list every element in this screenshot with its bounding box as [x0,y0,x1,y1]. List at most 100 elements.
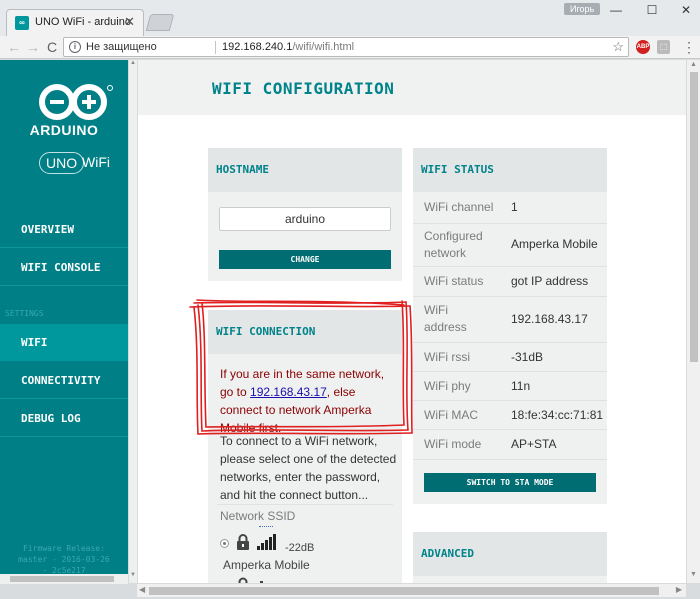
browser-toolbar: ← → C i Не защищено 192.168.240.1/wifi/w… [0,36,700,59]
maximize-icon[interactable]: ☐ [642,2,662,18]
new-tab-button[interactable] [145,14,175,31]
advanced-heading: ADVANCED [413,532,607,576]
settings-section-label: SETTINGS [5,309,44,318]
connect-instructions: To connect to a WiFi network, please sel… [220,434,397,502]
url-text[interactable]: 192.168.240.1/wifi/wifi.html [222,41,354,53]
network-name[interactable]: Amperka Mobile [223,556,310,574]
status-value: 192.168.43.17 [511,312,588,326]
arduino-logo-icon [39,84,113,120]
info-icon[interactable]: i [69,41,81,53]
divider [217,504,393,505]
status-row: WiFi mode AP+STA [413,430,607,460]
status-value: 1 [511,200,518,214]
hostname-input[interactable]: arduino [219,207,391,231]
window-close-icon[interactable]: ✕ [676,2,696,18]
wifi-status-heading: WIFI STATUS [413,148,607,192]
wifi-badge-label: WiFi [82,154,110,170]
network-radio[interactable] [220,539,229,548]
status-key: WiFi address [424,303,467,334]
status-row: WiFi rssi -31dB [413,343,607,372]
arduino-favicon-icon: ∞ [15,16,29,30]
page-title: WIFI CONFIGURATION [212,79,395,98]
url-host: 192.168.240.1 [222,41,293,53]
status-value: Amperka Mobile [511,237,598,251]
status-key: WiFi status [424,274,484,288]
scroll-down-icon[interactable]: ▼ [690,571,697,578]
status-row: WiFi channel 1 [413,192,607,224]
same-network-notice: If you are in the same network, go to 19… [220,365,400,437]
status-key: WiFi rssi [424,350,470,364]
wifi-connection-card: WIFI CONNECTION If you are in the same n… [208,310,402,583]
main-vertical-scrollbar[interactable]: ▲ ▼ [686,60,700,583]
minimize-icon[interactable]: — [606,2,626,18]
sidebar: ARDUINO UNO WiFi OVERVIEW WIFI CONSOLE S… [0,60,128,583]
firmware-line-2: master - 2016-03-26 [18,555,110,564]
scroll-right-icon[interactable]: ▶ [676,585,682,594]
status-value: 11n [511,379,531,393]
tab-close-icon[interactable]: ✕ [124,15,135,29]
address-bar[interactable]: i Не защищено 192.168.240.1/wifi/wifi.ht… [63,37,629,57]
status-row: WiFi phy 11n [413,372,607,401]
url-path: /wifi/wifi.html [292,41,355,53]
scroll-down-icon[interactable]: ▼ [130,572,136,578]
status-key: WiFi channel [424,200,494,214]
scroll-up-icon[interactable]: ▲ [130,60,136,66]
device-ip-link[interactable]: 192.168.43.17 [250,385,327,399]
lock-icon [237,534,249,550]
scroll-left-icon[interactable]: ◀ [139,585,145,594]
status-key: WiFi phy [424,379,471,393]
status-key: WiFi MAC [424,408,478,422]
browser-tab[interactable]: ∞ UNO WiFi - arduino ✕ [6,9,144,36]
wifi-connection-heading: WIFI CONNECTION [208,310,402,354]
sidebar-item-connectivity[interactable]: CONNECTIVITY [0,362,128,399]
status-value: -31dB [511,350,544,364]
tab-title: UNO WiFi - arduino [35,16,131,28]
status-row: Configured network Amperka Mobile [413,224,607,267]
main-horizontal-scrollbar[interactable]: ◀ ▶ [137,583,686,597]
firmware-line-1: Firmware Release: [23,544,105,553]
status-row: WiFi status got IP address [413,267,607,297]
security-label[interactable]: Не защищено [86,41,157,53]
status-key: WiFi mode [424,437,482,451]
sidebar-item-wifi-console[interactable]: WIFI CONSOLE [0,249,128,286]
page-header: WIFI CONFIGURATION [138,60,686,115]
sidebar-item-wifi[interactable]: WIFI [0,324,128,361]
status-value: 18:fe:34:cc:71:81 [511,408,604,422]
status-row: WiFi MAC 18:fe:34:cc:71:81 [413,401,607,430]
hostname-heading: HOSTNAME [208,148,402,192]
sidebar-scroll-thumb[interactable] [10,576,114,582]
scroll-up-icon[interactable]: ▲ [690,61,697,68]
reload-icon[interactable]: C [44,39,60,55]
address-separator [215,41,216,54]
status-row: WiFi address 192.168.43.17 [413,297,607,343]
wifi-status-card: WIFI STATUS WiFi channel 1 Configured ne… [413,148,607,504]
sidebar-scrollbar[interactable]: ▲ ▼ [128,60,137,583]
status-key: Configured network [424,229,483,260]
sidebar-item-debug-log[interactable]: DEBUG LOG [0,400,128,437]
status-value: got IP address [511,274,589,288]
vertical-scroll-thumb[interactable] [690,72,698,362]
status-value: AP+STA [511,437,557,451]
sidebar-item-overview[interactable]: OVERVIEW [0,211,128,248]
brand-name: ARDUINO [29,122,99,138]
scan-indicator [259,526,273,527]
network-rssi: -22dB [285,542,315,554]
forward-arrow-icon[interactable]: → [25,39,41,55]
pdf-extension-icon[interactable]: ⬚ [657,40,670,54]
horizontal-scroll-thumb[interactable] [149,587,659,595]
adblock-extension-icon[interactable]: ABP [636,40,650,54]
bookmark-star-icon[interactable]: ☆ [612,39,624,55]
switch-sta-mode-button[interactable]: SWITCH TO STA MODE [424,473,596,492]
profile-user-badge[interactable]: Игорь [564,3,601,15]
browser-menu-icon[interactable]: ⋮ [682,39,696,55]
signal-strength-icon [257,534,276,550]
sidebar-horizontal-scrollbar[interactable] [0,574,128,584]
uno-badge: UNO [39,152,85,174]
change-hostname-button[interactable]: CHANGE [219,250,391,269]
advanced-card: ADVANCED [413,532,607,583]
back-arrow-icon[interactable]: ← [6,39,22,55]
main-content: WIFI CONFIGURATION HOSTNAME arduino CHAN… [138,60,686,583]
hostname-card: HOSTNAME arduino CHANGE [208,148,402,281]
browser-titlebar: ∞ UNO WiFi - arduino ✕ Игорь — ☐ ✕ [0,0,700,36]
network-ssid-label: Network SSID [220,509,296,523]
